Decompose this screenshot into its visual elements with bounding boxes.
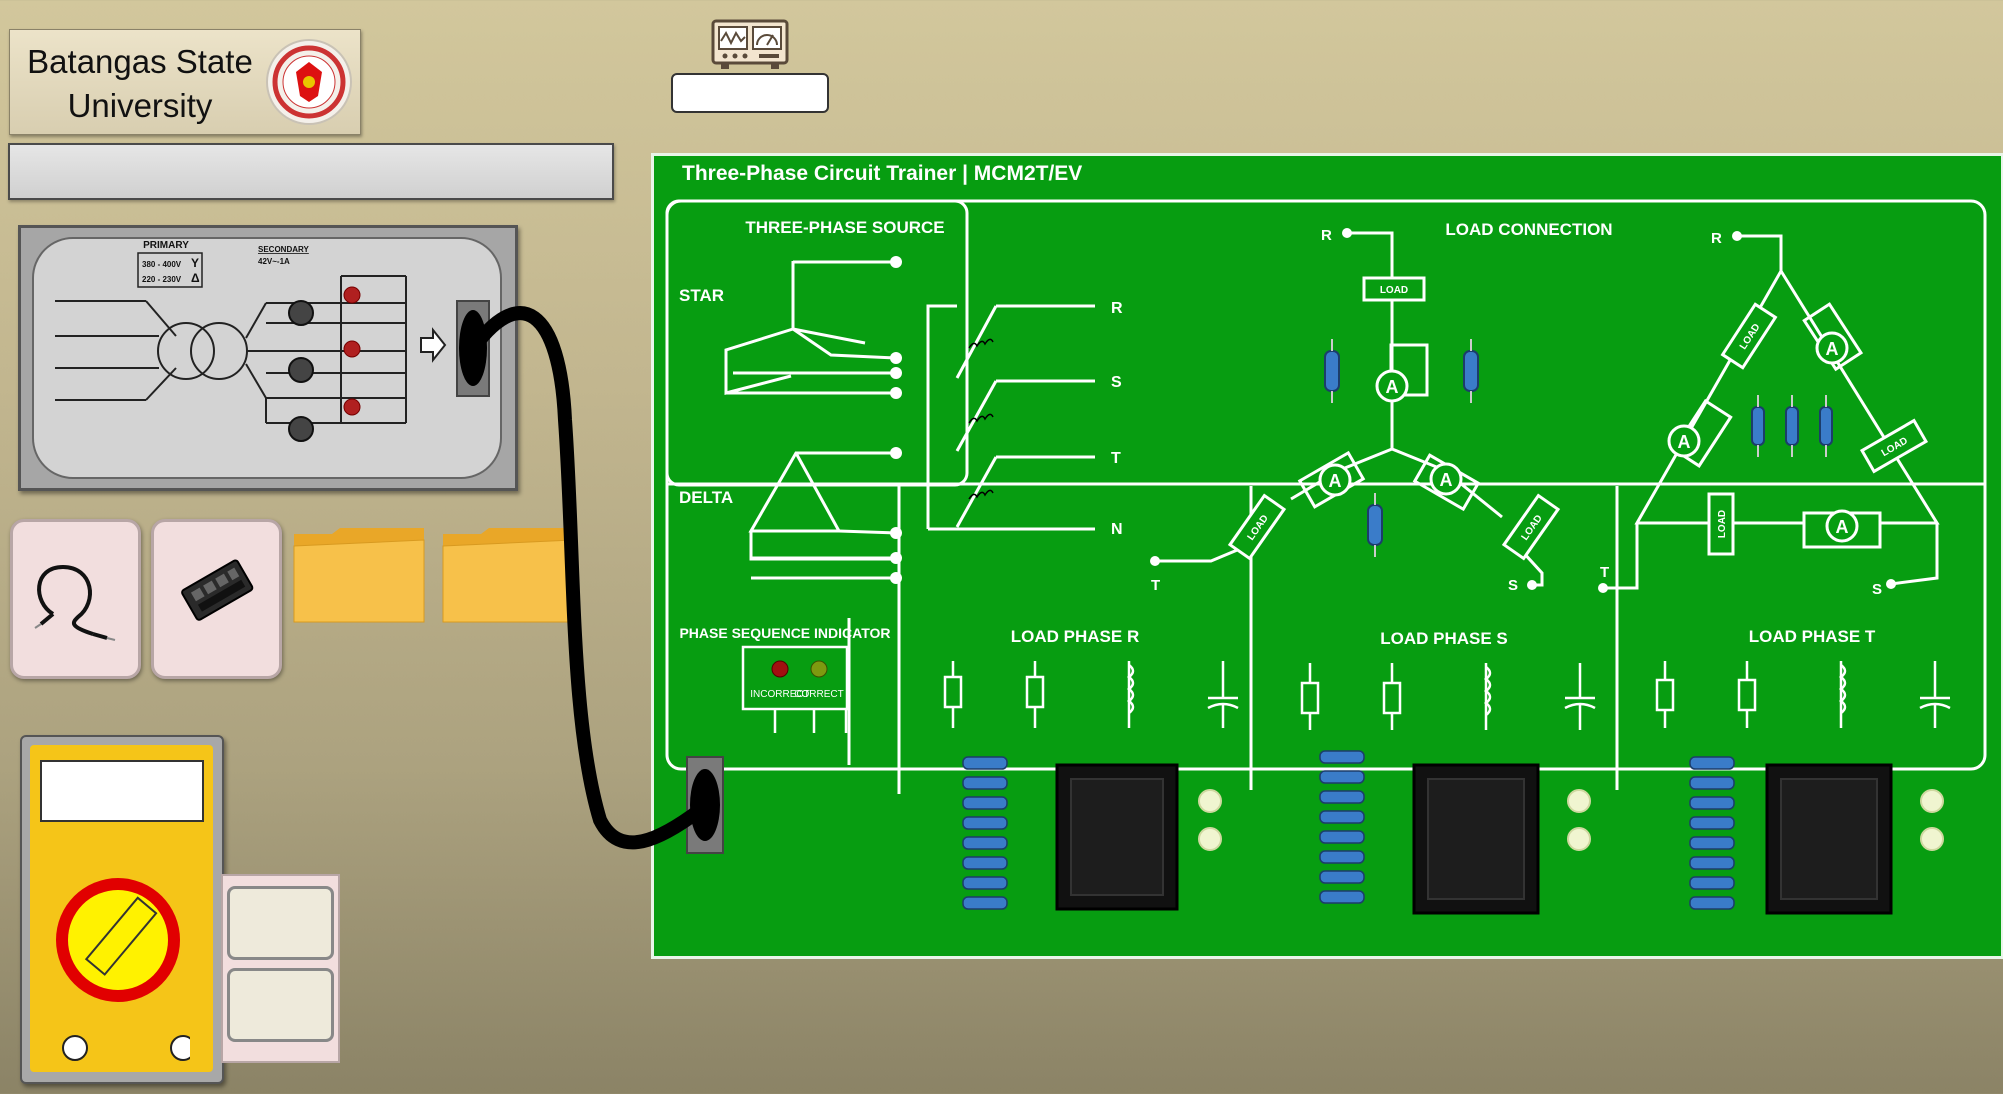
connector-icon xyxy=(181,559,254,621)
load-phase-r-lamp-1 xyxy=(1198,789,1222,813)
probe-slot-1[interactable] xyxy=(227,886,334,960)
load-phase-s-lamp-1 xyxy=(1567,789,1591,813)
source-terminal-t: T xyxy=(1111,450,1121,467)
delta-label: DELTA xyxy=(679,488,733,507)
star-label: STAR xyxy=(679,286,724,305)
connector-tool-tile[interactable] xyxy=(151,519,282,679)
transformer-primary-sym2: Δ xyxy=(191,271,200,285)
university-seal-icon xyxy=(266,39,352,125)
university-header: Batangas State University xyxy=(9,29,361,135)
trainer-circuit: THREE-PHASE SOURCE STAR DELTA R S T N LO… xyxy=(665,199,1987,915)
load-phase-t-lamp-2 xyxy=(1920,827,1944,851)
transformer-secondary-rating: 42V~-1A xyxy=(258,257,290,266)
load-phase-s-title: LOAD PHASE S xyxy=(1380,629,1508,648)
transformer-primary-v1: 380 - 400V xyxy=(142,260,182,269)
source-terminal-n: N xyxy=(1111,521,1123,538)
transformer-primary-sym1: Y xyxy=(191,256,199,270)
source-title: THREE-PHASE SOURCE xyxy=(745,218,944,237)
ammeter-star-t: A xyxy=(1329,471,1342,491)
load-phase-r-components xyxy=(943,661,1239,728)
oscilloscope-icon[interactable] xyxy=(711,19,789,71)
delta-terminal-r: R xyxy=(1711,230,1722,247)
transformer-primary-v2: 220 - 230V xyxy=(142,275,182,284)
ammeter-delta-st: A xyxy=(1836,517,1849,537)
probe-slot-2[interactable] xyxy=(227,968,334,1042)
ammeter-star-r: A xyxy=(1386,377,1399,397)
multimeter-display xyxy=(40,760,204,822)
source-terminal-s: S xyxy=(1111,374,1122,391)
probe-jack-com[interactable] xyxy=(62,1035,88,1061)
load-phase-r-title: LOAD PHASE R xyxy=(1011,627,1139,646)
delta-terminal-t: T xyxy=(1600,564,1609,581)
probe-holder xyxy=(221,874,340,1063)
delta-terminal-s: S xyxy=(1872,581,1882,598)
transformer-primary-label: PRIMARY xyxy=(143,240,189,251)
load-phase-s-components xyxy=(1300,663,1596,730)
ammeter-star-s: A xyxy=(1440,470,1453,490)
load-phase-s-lamp-2 xyxy=(1567,827,1591,851)
load-phase-r-lamp-2 xyxy=(1198,827,1222,851)
load-phase-t-resistor-bank xyxy=(1689,756,1735,910)
star-terminal-s: S xyxy=(1508,577,1518,594)
load-star-top: LOAD xyxy=(1380,285,1408,296)
multimeter-dial[interactable] xyxy=(50,870,190,1070)
psi-title: PHASE SEQUENCE INDICATOR xyxy=(679,625,890,641)
load-delta-bottom: LOAD xyxy=(1717,510,1728,538)
psi-incorrect-led xyxy=(771,660,789,678)
transformer-secondary-label: SECONDARY xyxy=(258,245,309,254)
load-phase-t-components xyxy=(1655,661,1951,728)
folder-icon[interactable] xyxy=(441,526,575,626)
load-phase-s-resistor-bank xyxy=(1319,750,1365,904)
probe-jack-v[interactable] xyxy=(170,1035,190,1061)
star-terminal-r: R xyxy=(1321,227,1332,244)
load-phase-t-title: LOAD PHASE T xyxy=(1749,627,1876,646)
resistor-icon xyxy=(1324,339,1479,557)
star-terminal-t: T xyxy=(1151,577,1160,594)
cable-icon xyxy=(34,564,116,641)
psi-correct-led xyxy=(810,660,828,678)
cable-tool-tile[interactable] xyxy=(10,519,141,679)
resistor-icon xyxy=(1751,395,1833,457)
instrument-readout-field[interactable] xyxy=(671,73,829,113)
source-terminal-r: R xyxy=(1111,300,1123,317)
folder-icon[interactable] xyxy=(292,526,426,626)
status-message-bar xyxy=(8,143,614,200)
transformer-panel: PRIMARY 380 - 400V Y 220 - 230V Δ SECOND… xyxy=(18,225,518,491)
university-name: Batangas State University xyxy=(27,43,253,124)
ammeter-delta-rs: A xyxy=(1826,339,1839,359)
load-connection-title: LOAD CONNECTION xyxy=(1445,220,1612,239)
ammeter-delta-rt: A xyxy=(1678,432,1691,452)
load-phase-r-resistor-bank xyxy=(962,756,1008,910)
psi-correct-label: CORRECT xyxy=(794,689,843,700)
load-phase-t-lamp-1 xyxy=(1920,789,1944,813)
